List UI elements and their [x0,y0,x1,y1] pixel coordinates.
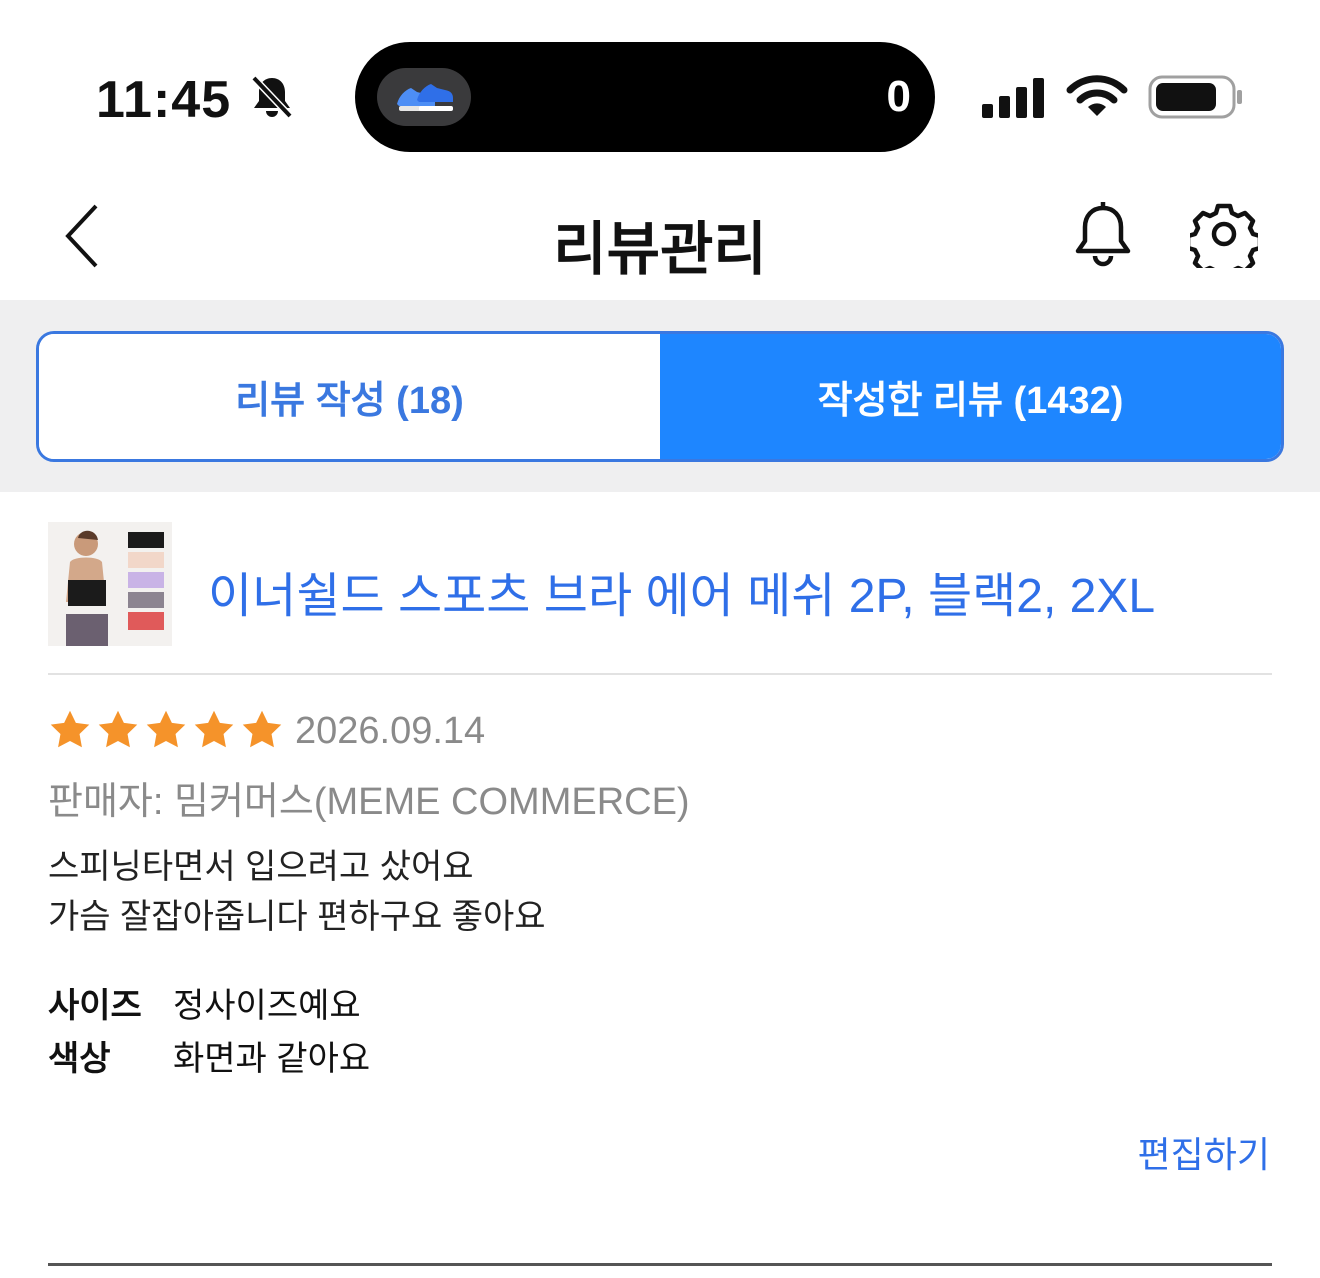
star-icon [146,710,186,748]
wifi-icon [1066,75,1128,116]
product-row[interactable]: 이너쉴드 스포츠 브라 에어 메쉬 2P, 블랙2, 2XL [48,522,1272,646]
status-time: 11:45 [96,71,232,129]
island-count: 0 [886,72,911,121]
gear-icon[interactable] [1190,200,1258,268]
island-app-pill[interactable] [377,68,471,126]
bell-icon[interactable] [1070,200,1136,270]
product-thumbnail[interactable] [48,522,172,646]
attribute-color: 색상 화면과 같아요 [48,1031,370,1080]
star-icon [194,710,234,748]
star-icon [98,710,138,748]
review-date: 2026.09.14 [295,710,486,752]
attribute-value: 정사이즈예요 [173,987,361,1025]
attribute-value: 화면과 같아요 [173,1040,371,1078]
seller-name: 밈커머스(MEME COMMERCE) [174,781,690,823]
attribute-size: 사이즈 정사이즈예요 [48,978,361,1027]
star-icon [242,710,282,748]
tab-written-reviews[interactable]: 작성한 리뷰 (1432) [660,334,1281,459]
product-name-link[interactable]: 이너쉴드 스포츠 브라 에어 메쉬 2P, 블랙2, 2XL [208,556,1155,626]
battery-icon [1148,75,1242,119]
segmented-tabs: 리뷰 작성 (18) 작성한 리뷰 (1432) [36,331,1284,462]
attribute-key: 사이즈 [48,987,142,1025]
tabs-container: 리뷰 작성 (18) 작성한 리뷰 (1432) [0,300,1320,492]
star-icon [50,710,90,748]
review-text-line: 스피닝타면서 입으려고 샀어요 [48,848,474,886]
review-text-line: 가슴 잘잡아줍니다 편하구요 좋아요 [48,898,546,936]
attribute-key: 색상 [48,1040,111,1078]
review-body: 스피닝타면서 입으려고 샀어요 가슴 잘잡아줍니다 편하구요 좋아요 [48,842,546,942]
nav-bar: 리뷰관리 [0,180,1320,300]
seller-info: 판매자: 밈커머스(MEME COMMERCE) [48,770,690,825]
rating-stars [48,707,284,755]
bell-slash-icon [251,75,293,119]
edit-review-link[interactable]: 편집하기 [1138,1126,1270,1178]
status-bar: 11:45 0 [0,0,1320,180]
section-bottom-divider [48,1263,1272,1266]
tab-write-review[interactable]: 리뷰 작성 (18) [39,334,660,459]
sneaker-app-icon [397,84,453,111]
signal-icon [982,78,1044,118]
divider [48,673,1272,675]
seller-label: 판매자: [48,781,174,823]
dynamic-island: 0 [355,42,935,152]
